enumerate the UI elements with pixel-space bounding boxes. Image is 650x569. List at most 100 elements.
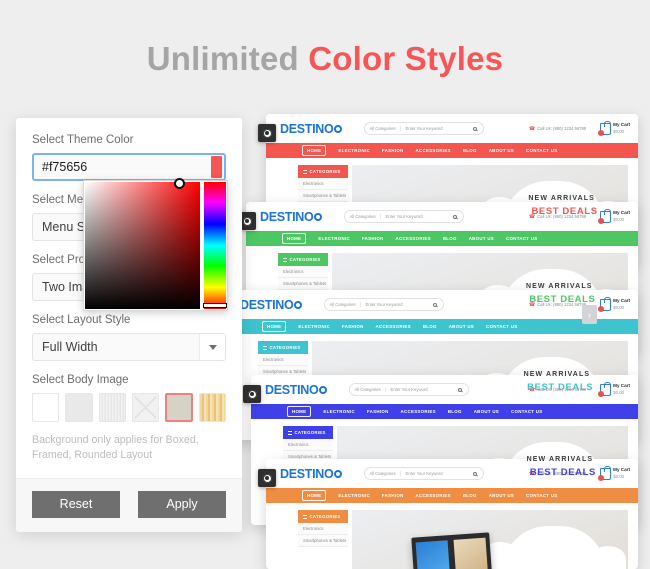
search-input[interactable]: Enter Your Keyword — [381, 214, 423, 219]
category-item[interactable]: Smartphones & Tablets — [298, 535, 348, 547]
settings-gear-icon[interactable] — [258, 124, 276, 142]
nav-item-fashion[interactable]: FASHION — [382, 148, 404, 153]
search-bar[interactable]: All Categories Enter Your Keyword — [324, 298, 445, 311]
saturation-value-area[interactable] — [85, 178, 201, 309]
nav-item-electronic[interactable]: ELECTRONIC — [338, 493, 370, 498]
search-input[interactable]: Enter Your Keyword — [361, 302, 403, 307]
nav-item-accessories[interactable]: ACCESSORIES — [416, 148, 451, 153]
search-bar[interactable]: All Categories Enter Your Keyword — [349, 383, 470, 396]
settings-gear-icon[interactable] — [243, 385, 261, 403]
body-image-swatch-gray-paper[interactable] — [65, 393, 93, 422]
nav-item-blog[interactable]: BLOG — [448, 409, 462, 414]
nav-item-accessories[interactable]: ACCESSORIES — [396, 236, 431, 241]
body-image-swatch-beige[interactable] — [165, 393, 193, 422]
category-item[interactable]: Smartphones & Tablets — [278, 278, 328, 290]
nav-item-home[interactable]: HOME — [302, 145, 327, 156]
nav-item-home[interactable]: HOME — [282, 233, 307, 244]
search-icon[interactable] — [473, 126, 478, 131]
nav-item-blog[interactable]: BLOG — [443, 236, 457, 241]
nav-item-blog[interactable]: BLOG — [463, 148, 477, 153]
categories-header[interactable]: CATEGORIES — [258, 341, 308, 354]
search-icon[interactable] — [458, 387, 463, 392]
nav-item-contact[interactable]: CONTACT US — [486, 324, 517, 329]
saturation-value-cursor[interactable] — [174, 178, 185, 189]
nav-item-electronic[interactable]: ELECTRONIC — [323, 409, 355, 414]
category-item[interactable]: Electronics — [298, 523, 348, 535]
settings-gear-icon[interactable] — [258, 469, 276, 487]
category-item[interactable]: Smartphones & Tablets — [298, 190, 348, 202]
search-bar[interactable]: All Categories Enter Your Keyword — [364, 467, 485, 480]
search-icon[interactable] — [453, 214, 458, 219]
body-image-swatch-vertical-lines[interactable] — [98, 393, 126, 422]
main-nav[interactable]: HOME ELECTRONIC FASHION ACCESSORIES BLOG… — [266, 488, 638, 503]
search-input[interactable]: Enter Your Keyword — [386, 387, 428, 392]
nav-item-electronic[interactable]: ELECTRONIC — [298, 324, 330, 329]
nav-item-about[interactable]: ABOUT US — [489, 148, 514, 153]
category-item[interactable]: Electronics — [283, 439, 333, 451]
hue-slider[interactable] — [203, 182, 227, 309]
apply-button[interactable]: Apply — [138, 490, 226, 518]
nav-item-home[interactable]: HOME — [287, 406, 312, 417]
body-image-swatch-white[interactable] — [32, 393, 60, 422]
search-icon[interactable] — [473, 471, 478, 476]
main-nav[interactable]: HOME ELECTRONIC FASHION ACCESSORIES BLOG… — [226, 319, 638, 334]
nav-item-contact[interactable]: CONTACT US — [526, 493, 557, 498]
hue-slider-handle[interactable] — [203, 303, 227, 308]
search-category[interactable]: All Categories — [354, 387, 386, 392]
nav-item-accessories[interactable]: ACCESSORIES — [376, 324, 411, 329]
theme-color-input[interactable] — [34, 155, 211, 179]
nav-item-blog[interactable]: BLOG — [423, 324, 437, 329]
nav-item-electronic[interactable]: ELECTRONIC — [318, 236, 350, 241]
search-bar[interactable]: All Categories Enter Your Keyword — [344, 210, 465, 223]
nav-item-contact[interactable]: CONTACT US — [526, 148, 557, 153]
nav-item-about[interactable]: ABOUT US — [489, 493, 514, 498]
theme-color-field[interactable] — [32, 153, 226, 181]
search-category[interactable]: All Categories — [369, 471, 401, 476]
nav-item-accessories[interactable]: ACCESSORIES — [416, 493, 451, 498]
category-item[interactable]: Electronics — [298, 178, 348, 190]
carousel-next-icon[interactable]: › — [582, 305, 597, 324]
main-nav[interactable]: HOME ELECTRONIC FASHION ACCESSORIES BLOG… — [246, 231, 638, 246]
nav-item-fashion[interactable]: FASHION — [362, 236, 384, 241]
categories-header[interactable]: CATEGORIES — [278, 253, 328, 266]
nav-item-about[interactable]: ABOUT US — [474, 409, 499, 414]
cart-widget[interactable]: My Cart $0.00 — [598, 381, 630, 397]
search-bar[interactable]: All Categories Enter Your Keyword — [364, 122, 485, 135]
color-picker-popup[interactable] — [83, 178, 228, 311]
search-icon[interactable] — [433, 302, 438, 307]
categories-header[interactable]: CATEGORIES — [283, 426, 333, 439]
category-item[interactable]: Electronics — [258, 354, 308, 366]
nav-item-contact[interactable]: CONTACT US — [511, 409, 542, 414]
nav-item-fashion[interactable]: FASHION — [382, 493, 404, 498]
main-nav[interactable]: HOME ELECTRONIC FASHION ACCESSORIES BLOG… — [266, 143, 638, 158]
category-item[interactable]: Electronics — [278, 266, 328, 278]
nav-item-fashion[interactable]: FASHION — [367, 409, 389, 414]
nav-item-home[interactable]: HOME — [302, 490, 327, 501]
categories-header[interactable]: CATEGORIES — [298, 510, 348, 523]
cart-widget[interactable]: My Cart $0.00 — [598, 296, 630, 312]
reset-button[interactable]: Reset — [32, 490, 120, 518]
nav-item-blog[interactable]: BLOG — [463, 493, 477, 498]
body-image-swatch-diagonal-cross[interactable] — [131, 393, 160, 422]
nav-item-accessories[interactable]: ACCESSORIES — [401, 409, 436, 414]
nav-item-about[interactable]: ABOUT US — [469, 236, 494, 241]
nav-item-electronic[interactable]: ELECTRONIC — [338, 148, 370, 153]
search-input[interactable]: Enter Your Keyword — [401, 471, 443, 476]
search-category[interactable]: All Categories — [349, 214, 381, 219]
nav-item-contact[interactable]: CONTACT US — [506, 236, 537, 241]
cart-widget[interactable]: My Cart $0.00 — [598, 120, 630, 136]
main-nav[interactable]: HOME ELECTRONIC FASHION ACCESSORIES BLOG… — [251, 404, 638, 419]
layout-style-select[interactable]: Full Width — [32, 333, 226, 361]
theme-color-swatch[interactable] — [211, 156, 222, 178]
body-image-swatch-wood[interactable] — [198, 393, 226, 422]
nav-item-fashion[interactable]: FASHION — [342, 324, 364, 329]
search-category[interactable]: All Categories — [329, 302, 361, 307]
search-input[interactable]: Enter Your Keyword — [401, 126, 443, 131]
chevron-down-icon[interactable] — [199, 334, 225, 360]
search-category[interactable]: All Categories — [369, 126, 401, 131]
nav-item-home[interactable]: HOME — [262, 321, 287, 332]
categories-header[interactable]: CATEGORIES — [298, 165, 348, 178]
nav-item-about[interactable]: ABOUT US — [449, 324, 474, 329]
cart-widget[interactable]: My Cart $0.00 — [598, 465, 630, 481]
cart-widget[interactable]: My Cart $0.00 — [598, 208, 630, 224]
